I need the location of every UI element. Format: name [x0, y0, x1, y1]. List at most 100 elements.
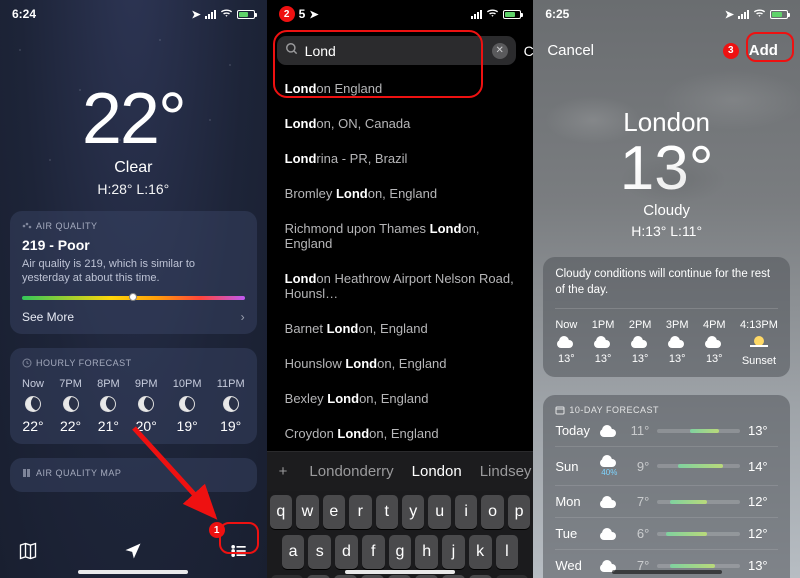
air-quality-card[interactable]: AIR QUALITY 219 - Poor Air quality is 21…: [10, 211, 257, 334]
hour-label: Now: [22, 378, 44, 390]
hour-column: 10PM 19°: [173, 378, 202, 434]
see-more-row[interactable]: See More ›: [22, 310, 245, 324]
high-low: H:28° L:16°: [0, 181, 267, 197]
hour-column: 9PM20°: [135, 378, 158, 434]
suggestion-selected[interactable]: London: [412, 463, 462, 480]
home-indicator[interactable]: [612, 570, 722, 574]
key-i[interactable]: i: [455, 495, 477, 529]
key-g[interactable]: g: [389, 535, 412, 569]
search-input[interactable]: [305, 43, 486, 59]
search-result[interactable]: Londrina - PR, Brazil: [271, 141, 530, 176]
suggestion[interactable]: Lindsey: [480, 463, 532, 480]
temp-range-bar: [657, 429, 740, 433]
cancel-button[interactable]: Cancel: [547, 42, 594, 59]
home-indicator[interactable]: [78, 570, 188, 574]
current-location-icon[interactable]: [123, 541, 143, 566]
weather-home-screen: 6:24 ➤ 22° Clear H:28° L:16° AIR QUALITY…: [0, 0, 267, 578]
key-f[interactable]: f: [362, 535, 385, 569]
hour-label: 10PM: [173, 378, 202, 390]
hour-label: 3PM: [666, 319, 689, 331]
moon-icon: [61, 394, 80, 413]
keyboard-suggestions: + Londonderry London Lindsey: [267, 451, 534, 491]
daily-row: Mon7°12°: [555, 485, 778, 517]
add-word-icon[interactable]: +: [279, 463, 288, 480]
search-result[interactable]: London, ON, Canada: [271, 106, 530, 141]
day-low: 9°: [619, 459, 649, 474]
daily-row: Tue6°12°: [555, 517, 778, 549]
cloud-icon: [594, 336, 612, 348]
hour-temp: 19°: [177, 418, 198, 434]
chevron-right-icon: ›: [241, 310, 245, 324]
status-bar: 2 5 ➤: [267, 0, 534, 28]
hour-label: 11PM: [217, 378, 245, 390]
key-o[interactable]: o: [481, 495, 503, 529]
status-bar: 6:24 ➤: [0, 0, 267, 28]
day-name: Mon: [555, 494, 599, 509]
card-header: AIR QUALITY MAP: [22, 468, 245, 478]
sunset-icon: [750, 336, 768, 350]
status-indicators: [471, 8, 521, 21]
map-icon[interactable]: [18, 541, 38, 566]
current-temp: 22°: [0, 83, 267, 155]
hourly-forecast-card[interactable]: Cloudy conditions will continue for the …: [543, 257, 790, 377]
suggestion[interactable]: Londonderry: [309, 463, 393, 480]
search-result[interactable]: Bromley London, England: [271, 176, 530, 211]
cloud-icon: [557, 336, 575, 348]
hour-temp: 19°: [220, 418, 241, 434]
key-a[interactable]: a: [282, 535, 305, 569]
key-u[interactable]: u: [428, 495, 450, 529]
wifi-icon: [486, 8, 499, 21]
key-s[interactable]: s: [308, 535, 331, 569]
moon-icon: [24, 394, 43, 413]
status-time: 6:24: [12, 7, 36, 21]
city-list-icon[interactable]: [229, 541, 249, 566]
search-result[interactable]: Hounslow London, England: [271, 346, 530, 381]
key-d[interactable]: d: [335, 535, 358, 569]
city-conditions: London 13° Cloudy H:13° L:11°: [533, 107, 800, 239]
key-w[interactable]: w: [296, 495, 318, 529]
air-quality-map-card[interactable]: AIR QUALITY MAP: [10, 458, 257, 492]
home-indicator[interactable]: [345, 570, 455, 574]
callout-badge-2: 2: [279, 6, 295, 22]
cancel-button[interactable]: Cancel: [524, 43, 534, 59]
battery-icon: [503, 10, 521, 19]
day-high: 12°: [748, 494, 778, 509]
cloud-icon: [631, 336, 649, 348]
day-high: 13°: [748, 423, 778, 438]
key-r[interactable]: r: [349, 495, 371, 529]
hourly-forecast-card[interactable]: HOURLY FORECAST Now22°7PM22°8PM21°9PM20°…: [10, 348, 257, 444]
search-field[interactable]: ✕: [277, 36, 516, 65]
aq-description: Air quality is 219, which is similar to …: [22, 257, 245, 286]
key-h[interactable]: h: [415, 535, 438, 569]
hour-column: Now13°: [555, 319, 577, 367]
search-result[interactable]: Richmond upon Thames London, England: [271, 211, 530, 261]
city-search-screen: 2 5 ➤ ✕ Cancel London EnglandLondon, ON,…: [267, 0, 534, 578]
key-j[interactable]: j: [442, 535, 465, 569]
daily-row: Today11°13°: [555, 415, 778, 446]
clear-icon[interactable]: ✕: [492, 43, 508, 59]
search-result[interactable]: Croydon London, England: [271, 416, 530, 451]
key-e[interactable]: e: [323, 495, 345, 529]
hour-column: 7PM22°: [59, 378, 82, 434]
ten-day-forecast-card[interactable]: 10-DAY FORECAST Today11°13°Sun40%9°14°Mo…: [543, 395, 790, 578]
cellular-signal-icon: [738, 10, 749, 19]
hour-column: 11PM 19°: [217, 378, 245, 434]
key-l[interactable]: l: [496, 535, 519, 569]
key-t[interactable]: t: [376, 495, 398, 529]
aq-scale: [22, 296, 245, 300]
add-button[interactable]: Add: [741, 38, 786, 63]
callout-badge-3: 3: [723, 43, 739, 59]
key-p[interactable]: p: [508, 495, 530, 529]
search-result[interactable]: London Heathrow Airport Nelson Road, Hou…: [271, 261, 530, 311]
search-result[interactable]: Barnet London, England: [271, 311, 530, 346]
key-q[interactable]: q: [270, 495, 292, 529]
hour-temp: 22°: [22, 418, 43, 434]
key-k[interactable]: k: [469, 535, 492, 569]
search-result[interactable]: Bexley London, England: [271, 381, 530, 416]
day-low: 6°: [619, 526, 649, 541]
city-temp: 13°: [533, 138, 800, 200]
cellular-signal-icon: [471, 10, 482, 19]
key-y[interactable]: y: [402, 495, 424, 529]
wifi-icon: [220, 8, 233, 21]
search-result[interactable]: London England: [271, 71, 530, 106]
